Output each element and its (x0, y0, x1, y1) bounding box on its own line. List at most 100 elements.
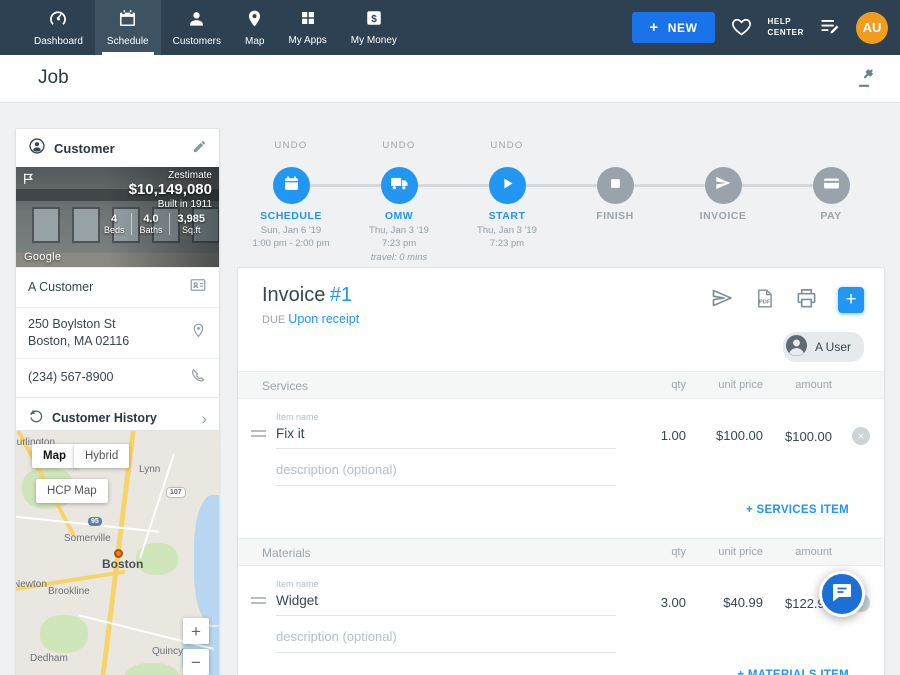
activity-log-button[interactable] (819, 15, 841, 40)
address-line1: 250 Boylston St (28, 316, 182, 333)
job-progress-timeline: UNDO SCHEDULE Sun, Jan 6 '19 1:00 pm - 2… (237, 130, 885, 265)
undo-start-button[interactable]: UNDO (453, 140, 561, 151)
heart-button[interactable] (730, 15, 753, 41)
service-qty-input[interactable] (626, 428, 686, 443)
timeline-step-finish: FINISH (561, 130, 669, 265)
map-label-newton: Newton (16, 579, 47, 590)
schedule-calendar-icon (118, 9, 137, 33)
finish-step-button[interactable] (597, 167, 634, 204)
help-center-line1: HELP (768, 17, 805, 28)
activity-log-icon (819, 15, 841, 40)
invoice-number: #1 (330, 284, 352, 306)
step-label: START (453, 210, 561, 222)
drag-handle[interactable] (251, 597, 266, 607)
chat-launcher-button[interactable] (819, 571, 865, 617)
nav-item-schedule[interactable]: Schedule (95, 0, 161, 55)
omw-step-button[interactable] (381, 167, 418, 204)
credit-card-icon (823, 175, 840, 197)
user-avatar[interactable]: AU (856, 12, 888, 44)
property-photo[interactable]: Zestimate $10,149,080 Built in 1911 4 Be… (16, 167, 219, 267)
schedule-step-button[interactable] (273, 167, 310, 204)
hybrid-view-button[interactable]: Hybrid (74, 444, 129, 468)
map-label-boston: Boston (102, 557, 143, 571)
step-date: 7:23 pm (441, 237, 573, 250)
zestimate-value: $10,149,080 (97, 181, 212, 198)
add-services-item-link[interactable]: + SERVICES ITEM (746, 504, 849, 516)
service-description-input[interactable] (276, 460, 616, 486)
customer-phone: (234) 567-8900 (28, 369, 182, 386)
nav-label: Dashboard (34, 36, 83, 47)
undo-schedule-button[interactable]: UNDO (237, 140, 345, 151)
remove-service-item-button[interactable]: × (852, 427, 870, 445)
location-pin-icon (190, 322, 207, 344)
due-value-link[interactable]: Upon receipt (288, 312, 359, 326)
zoom-out-button[interactable]: − (183, 649, 209, 675)
nav-item-my-money[interactable]: $ My Money (339, 0, 409, 55)
truck-icon (390, 174, 409, 198)
service-unit-price-input[interactable] (688, 428, 763, 443)
timeline-step-invoice: INVOICE (669, 130, 777, 265)
chevron-right-icon: › (201, 410, 207, 427)
add-materials-item-link[interactable]: + MATERIALS ITEM (737, 669, 849, 675)
timeline-step-start: UNDO START Thu, Jan 3 '19 7:23 pm (453, 130, 561, 265)
pay-step-button[interactable] (813, 167, 850, 204)
nav-item-dashboard[interactable]: Dashboard (22, 0, 95, 55)
job-location-marker[interactable] (114, 549, 123, 558)
zestimate-label: Zestimate (97, 170, 212, 181)
svg-text:$: $ (371, 14, 377, 25)
help-center-button[interactable]: HELP CENTER (768, 17, 805, 39)
map-pin-icon (245, 9, 264, 33)
map-canvas[interactable]: 95 107 Burlington Lynn Somerville Boston… (16, 431, 219, 675)
map-water (194, 495, 219, 625)
material-description-input[interactable] (276, 627, 616, 653)
customer-name: A Customer (28, 279, 181, 296)
service-line-item: Item name $100.00 × (238, 406, 884, 464)
start-step-button[interactable] (489, 167, 526, 204)
qty-column-header: qty (671, 379, 686, 391)
map-view-button[interactable]: Map (32, 444, 77, 468)
nav-label: My Money (351, 35, 397, 46)
job-tools-button[interactable] (856, 67, 878, 92)
map-label-dedham: Dedham (30, 653, 68, 664)
zestimate-block: Zestimate $10,149,080 Built in 1911 4 Be… (97, 170, 212, 235)
edit-customer-button[interactable] (192, 139, 207, 157)
nav-label: Schedule (107, 36, 149, 47)
customer-icon (28, 137, 46, 160)
pdf-button[interactable]: PDF (754, 288, 775, 312)
google-watermark: Google (24, 251, 61, 263)
send-invoice-button[interactable] (710, 286, 734, 313)
service-item-name-input[interactable] (276, 424, 616, 449)
map-label-lynn: Lynn (139, 464, 160, 475)
add-line-item-button[interactable]: + (838, 287, 864, 313)
customer-phone-row[interactable]: (234) 567-8900 (16, 358, 219, 397)
invoice-step-button[interactable] (705, 167, 742, 204)
customer-address-row[interactable]: 250 Boylston St Boston, MA 02116 (16, 307, 219, 358)
baths-label: Baths (139, 225, 162, 235)
nav-item-map[interactable]: Map (233, 0, 276, 55)
material-unit-price-input[interactable] (688, 595, 763, 610)
assigned-user-pill[interactable]: A User (783, 332, 864, 362)
customer-name-row[interactable]: A Customer (16, 267, 219, 307)
drag-handle[interactable] (251, 430, 266, 440)
due-label: DUE (262, 314, 285, 326)
amount-column-header: amount (795, 379, 832, 391)
unit-price-column-header: unit price (718, 546, 763, 558)
new-button[interactable]: + NEW (632, 12, 714, 43)
route-shield-95: 95 (88, 517, 102, 526)
undo-omw-button[interactable]: UNDO (345, 140, 453, 151)
material-qty-input[interactable] (626, 595, 686, 610)
nav-item-customers[interactable]: Customers (161, 0, 233, 55)
main-nav: Dashboard Schedule Customers Map My Apps… (22, 0, 409, 55)
print-button[interactable] (795, 287, 818, 313)
map-label-quincy: Quincy (152, 646, 183, 657)
zoom-in-button[interactable]: + (183, 618, 209, 644)
edit-pencil-icon (192, 139, 207, 157)
hcp-map-button[interactable]: HCP Map (36, 479, 108, 503)
material-line-item: Item name $122.97 × (238, 573, 884, 631)
address-line2: Boston, MA 02116 (28, 333, 182, 350)
material-item-name-input[interactable] (276, 591, 616, 616)
nav-item-my-apps[interactable]: My Apps (276, 0, 338, 55)
page-title: Job (38, 67, 69, 89)
materials-section-label: Materials (262, 546, 311, 560)
route-shield-107: 107 (166, 487, 186, 498)
